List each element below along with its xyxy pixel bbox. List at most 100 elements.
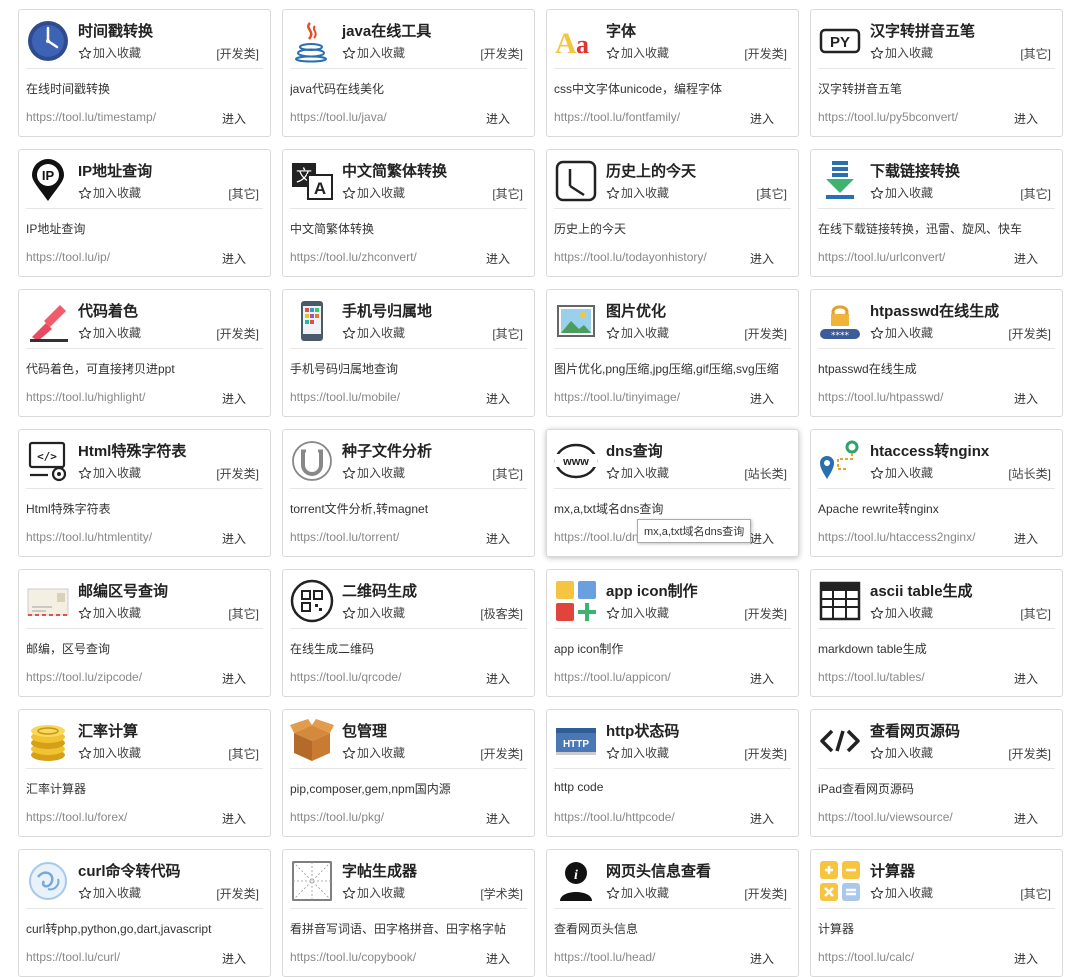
tool-card[interactable]: IP IP地址查询 加入收藏 [其它] IP地址查询 https://tool.lu/ip… bbox=[18, 149, 271, 277]
tool-url[interactable]: https://tool.lu/ip/ bbox=[26, 250, 211, 264]
add-favorite-button[interactable]: 加入收藏 bbox=[870, 464, 933, 481]
tool-url[interactable]: https://tool.lu/todayonhistory/ bbox=[554, 250, 739, 264]
tool-card[interactable]: ascii table生成 加入收藏 [其它] markdown table生成 htt… bbox=[810, 569, 1063, 697]
add-favorite-button[interactable]: 加入收藏 bbox=[78, 464, 141, 481]
tool-card[interactable]: 汇率计算 加入收藏 [其它] 汇率计算器 https://tool.lu/forex/进… bbox=[18, 709, 271, 837]
add-favorite-button[interactable]: 加入收藏 bbox=[870, 324, 933, 341]
tool-card[interactable]: 查看网页源码 加入收藏 [开发类] iPad查看网页源码 https://tool.lu… bbox=[810, 709, 1063, 837]
enter-link[interactable]: 进入 bbox=[1014, 110, 1038, 127]
tool-url[interactable]: https://tool.lu/java/ bbox=[290, 110, 475, 124]
tool-card[interactable]: 时间戳转换 加入收藏 [开发类] 在线时间戳转换 https://tool.lu/tim… bbox=[18, 9, 271, 137]
tool-title[interactable]: htpasswd在线生成 bbox=[870, 300, 999, 321]
tool-url[interactable]: https://tool.lu/torrent/ bbox=[290, 530, 475, 544]
add-favorite-button[interactable]: 加入收藏 bbox=[870, 604, 933, 621]
add-favorite-button[interactable]: 加入收藏 bbox=[342, 604, 405, 621]
enter-link[interactable]: 进入 bbox=[486, 950, 510, 967]
tool-title[interactable]: 手机号归属地 bbox=[342, 300, 432, 321]
tool-title[interactable]: 下载链接转换 bbox=[870, 160, 960, 181]
tool-url[interactable]: https://tool.lu/py5bconvert/ bbox=[818, 110, 1003, 124]
enter-link[interactable]: 进入 bbox=[222, 670, 246, 687]
tool-title[interactable]: 包管理 bbox=[342, 720, 387, 741]
tool-title[interactable]: app icon制作 bbox=[606, 580, 698, 601]
enter-link[interactable]: 进入 bbox=[486, 530, 510, 547]
tool-card[interactable]: **** htpasswd在线生成 加入收藏 [开发类] htpasswd在线生成 htt… bbox=[810, 289, 1063, 417]
tool-card[interactable]: 字帖生成器 加入收藏 [学术类] 看拼音写词语、田字格拼音、田字格字帖 https://… bbox=[282, 849, 535, 977]
enter-link[interactable]: 进入 bbox=[486, 810, 510, 827]
tool-url[interactable]: https://tool.lu/forex/ bbox=[26, 810, 211, 824]
add-favorite-button[interactable]: 加入收藏 bbox=[606, 184, 669, 201]
enter-link[interactable]: 进入 bbox=[1014, 670, 1038, 687]
tool-card[interactable]: 计算器 加入收藏 [其它] 计算器 https://tool.lu/calc/进入 bbox=[810, 849, 1063, 977]
tool-url[interactable]: https://tool.lu/zipcode/ bbox=[26, 670, 211, 684]
enter-link[interactable]: 进入 bbox=[1014, 810, 1038, 827]
tool-url[interactable]: https://tool.lu/zhconvert/ bbox=[290, 250, 475, 264]
add-favorite-button[interactable]: 加入收藏 bbox=[870, 884, 933, 901]
tool-title[interactable]: 图片优化 bbox=[606, 300, 666, 321]
tool-url[interactable]: https://tool.lu/htmlentity/ bbox=[26, 530, 211, 544]
tool-url[interactable]: https://tool.lu/appicon/ bbox=[554, 670, 739, 684]
tool-title[interactable]: 中文简繁体转换 bbox=[342, 160, 447, 181]
add-favorite-button[interactable]: 加入收藏 bbox=[78, 744, 141, 761]
add-favorite-button[interactable]: 加入收藏 bbox=[342, 184, 405, 201]
tool-title[interactable]: http状态码 bbox=[606, 720, 679, 741]
add-favorite-button[interactable]: 加入收藏 bbox=[606, 464, 669, 481]
add-favorite-button[interactable]: 加入收藏 bbox=[78, 44, 141, 61]
enter-link[interactable]: 进入 bbox=[750, 670, 774, 687]
tool-url[interactable]: https://tool.lu/copybook/ bbox=[290, 950, 475, 964]
tool-title[interactable]: 查看网页源码 bbox=[870, 720, 960, 741]
tool-card[interactable]: 手机号归属地 加入收藏 [其它] 手机号码归属地查询 https://tool.lu/m… bbox=[282, 289, 535, 417]
add-favorite-button[interactable]: 加入收藏 bbox=[870, 184, 933, 201]
add-favorite-button[interactable]: 加入收藏 bbox=[606, 324, 669, 341]
add-favorite-button[interactable]: 加入收藏 bbox=[342, 324, 405, 341]
tool-url[interactable]: https://tool.lu/head/ bbox=[554, 950, 739, 964]
tool-title[interactable]: dns查询 bbox=[606, 440, 663, 461]
tool-title[interactable]: 汇率计算 bbox=[78, 720, 138, 741]
tool-title[interactable]: IP地址查询 bbox=[78, 160, 152, 181]
add-favorite-button[interactable]: 加入收藏 bbox=[78, 324, 141, 341]
add-favorite-button[interactable]: 加入收藏 bbox=[78, 184, 141, 201]
tool-card[interactable]: 历史上的今天 加入收藏 [其它] 历史上的今天 https://tool.lu/toda… bbox=[546, 149, 799, 277]
enter-link[interactable]: 进入 bbox=[1014, 250, 1038, 267]
tool-card[interactable]: 图片优化 加入收藏 [开发类] 图片优化,png压缩,jpg压缩,gif压缩,svg压… bbox=[546, 289, 799, 417]
enter-link[interactable]: 进入 bbox=[1014, 950, 1038, 967]
tool-card[interactable]: 下载链接转换 加入收藏 [其它] 在线下载链接转换，迅雷、旋风、快车 https://t… bbox=[810, 149, 1063, 277]
enter-link[interactable]: 进入 bbox=[222, 390, 246, 407]
add-favorite-button[interactable]: 加入收藏 bbox=[342, 44, 405, 61]
tool-card[interactable]: i 网页头信息查看 加入收藏 [开发类] 查看网页头信息 https://tool.lu/… bbox=[546, 849, 799, 977]
tool-title[interactable]: 字帖生成器 bbox=[342, 860, 417, 881]
tool-url[interactable]: https://tool.lu/htaccess2nginx/ bbox=[818, 530, 1003, 544]
enter-link[interactable]: 进入 bbox=[750, 250, 774, 267]
tool-url[interactable]: https://tool.lu/tables/ bbox=[818, 670, 1003, 684]
tool-url[interactable]: https://tool.lu/curl/ bbox=[26, 950, 211, 964]
tool-url[interactable]: https://tool.lu/htpasswd/ bbox=[818, 390, 1003, 404]
tool-url[interactable]: https://tool.lu/viewsource/ bbox=[818, 810, 1003, 824]
enter-link[interactable]: 进入 bbox=[486, 250, 510, 267]
add-favorite-button[interactable]: 加入收藏 bbox=[342, 744, 405, 761]
tool-title[interactable]: 历史上的今天 bbox=[606, 160, 696, 181]
enter-link[interactable]: 进入 bbox=[750, 110, 774, 127]
add-favorite-button[interactable]: 加入收藏 bbox=[606, 604, 669, 621]
tool-url[interactable]: https://tool.lu/calc/ bbox=[818, 950, 1003, 964]
enter-link[interactable]: 进入 bbox=[750, 530, 774, 547]
enter-link[interactable]: 进入 bbox=[1014, 530, 1038, 547]
tool-card[interactable]: 邮编区号查询 加入收藏 [其它] 邮编，区号查询 https://tool.lu/zip… bbox=[18, 569, 271, 697]
tool-title[interactable]: 字体 bbox=[606, 20, 636, 41]
tool-card[interactable]: app icon制作 加入收藏 [开发类] app icon制作 https://too… bbox=[546, 569, 799, 697]
tool-title[interactable]: Html特殊字符表 bbox=[78, 440, 186, 461]
tool-title[interactable]: ascii table生成 bbox=[870, 580, 973, 601]
add-favorite-button[interactable]: 加入收藏 bbox=[78, 884, 141, 901]
add-favorite-button[interactable]: 加入收藏 bbox=[78, 604, 141, 621]
tool-url[interactable]: https://tool.lu/highlight/ bbox=[26, 390, 211, 404]
enter-link[interactable]: 进入 bbox=[222, 110, 246, 127]
tool-title[interactable]: 种子文件分析 bbox=[342, 440, 432, 461]
tool-title[interactable]: htaccess转nginx bbox=[870, 440, 989, 461]
tool-card[interactable]: 二维码生成 加入收藏 [极客类] 在线生成二维码 https://tool.lu/qrc… bbox=[282, 569, 535, 697]
tool-card[interactable]: PY 汉字转拼音五笔 加入收藏 [其它] 汉字转拼音五笔 https://tool.lu/… bbox=[810, 9, 1063, 137]
add-favorite-button[interactable]: 加入收藏 bbox=[342, 884, 405, 901]
tool-card[interactable]: 文 A 中文简繁体转换 加入收藏 [其它] 中文简繁体转换 https://tool.lu/… bbox=[282, 149, 535, 277]
tool-card[interactable]: 包管理 加入收藏 [开发类] pip,composer,gem,npm国内源 https… bbox=[282, 709, 535, 837]
tool-card[interactable]: Aa 字体 加入收藏 [开发类] css中文字体unicode，编程字体 https://… bbox=[546, 9, 799, 137]
tool-url[interactable]: https://tool.lu/mobile/ bbox=[290, 390, 475, 404]
enter-link[interactable]: 进入 bbox=[486, 110, 510, 127]
enter-link[interactable]: 进入 bbox=[486, 670, 510, 687]
